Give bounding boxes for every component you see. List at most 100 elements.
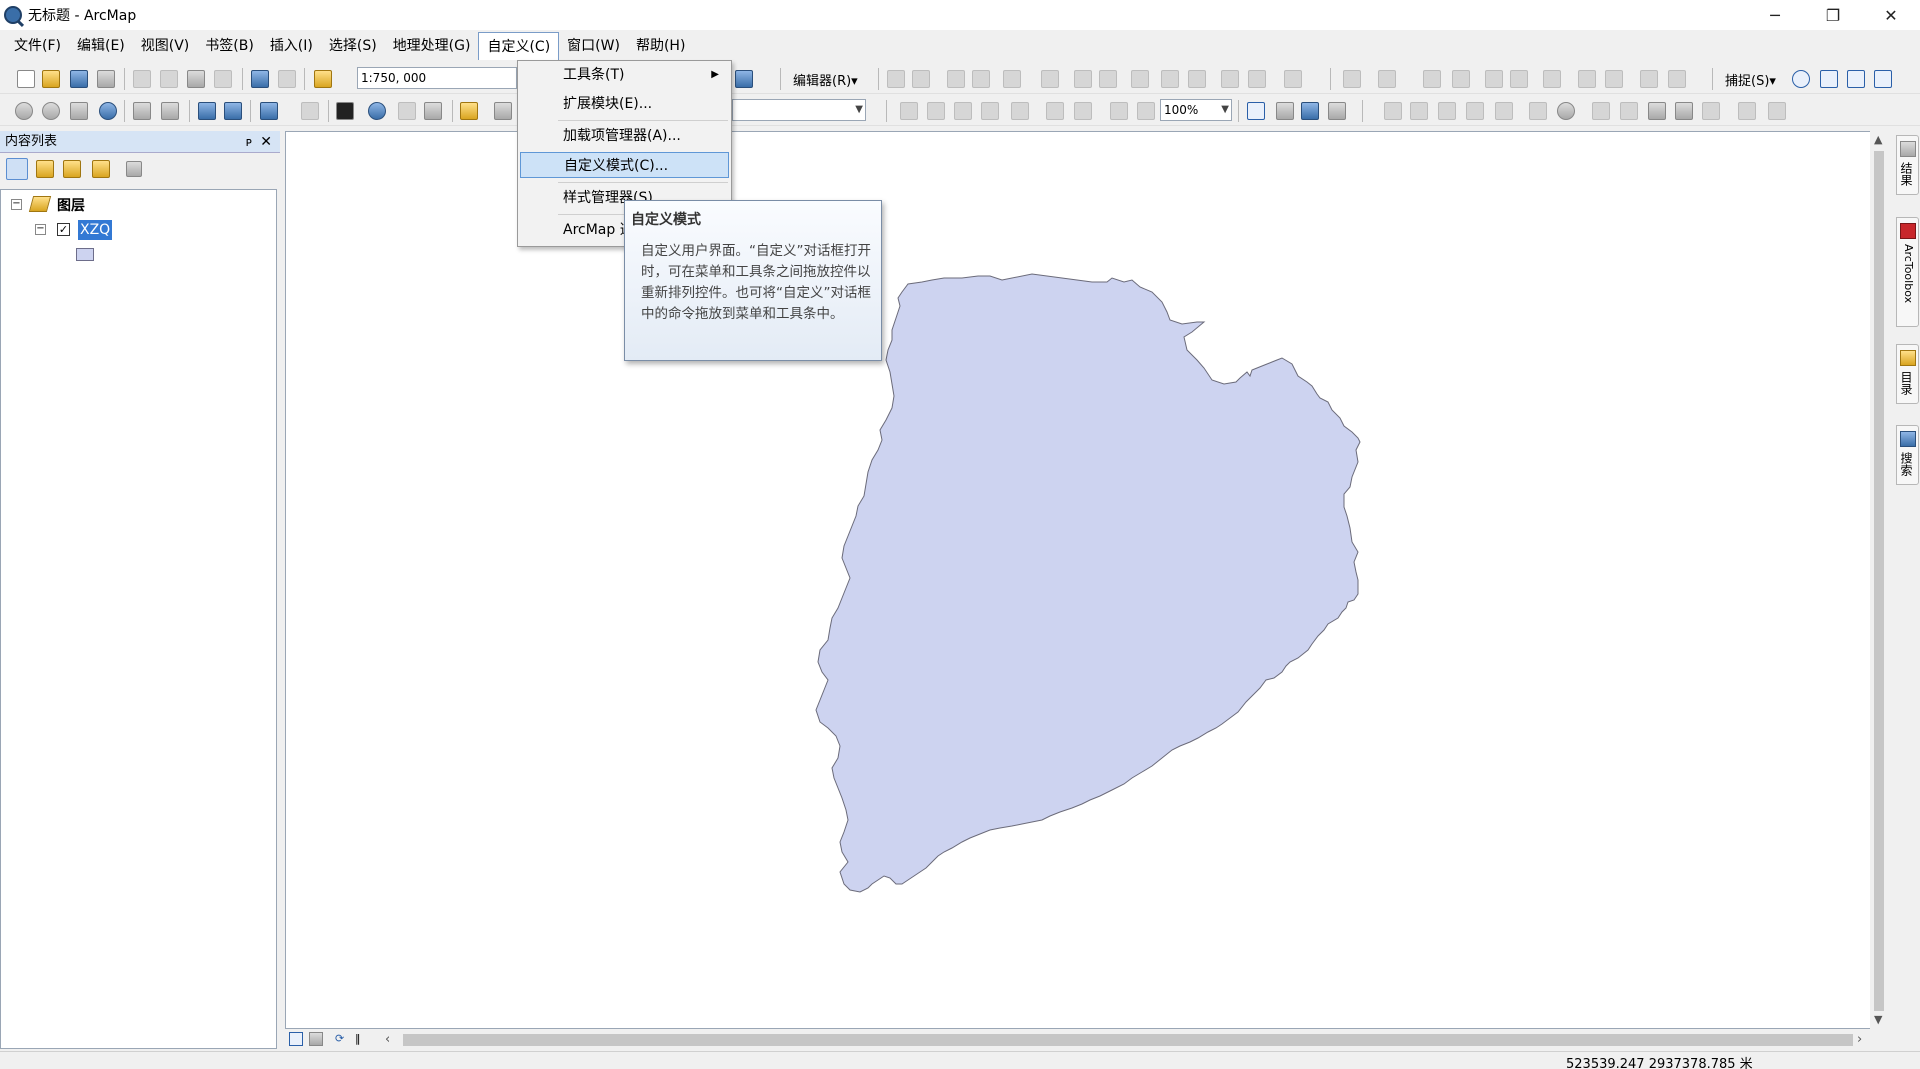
map-scale-combo[interactable]: 1:750, 000 bbox=[357, 67, 517, 89]
search-tab[interactable]: 搜索 bbox=[1896, 425, 1919, 485]
layout-fixed-zoom-in-icon[interactable] bbox=[1046, 102, 1064, 120]
back-extent-icon[interactable] bbox=[198, 102, 216, 120]
list-by-source-icon[interactable] bbox=[36, 160, 54, 178]
catalog-tab[interactable]: 目录 bbox=[1896, 344, 1919, 404]
measure-icon[interactable] bbox=[460, 102, 478, 120]
menu-help[interactable]: 帮助(H) bbox=[628, 32, 693, 60]
map-canvas[interactable] bbox=[286, 132, 1872, 1028]
replication-icon[interactable] bbox=[1668, 70, 1686, 88]
menu-view[interactable]: 视图(V) bbox=[133, 32, 198, 60]
sketch-properties-icon[interactable] bbox=[1248, 70, 1266, 88]
georeference-icon[interactable] bbox=[1378, 70, 1396, 88]
fixed-zoom-in-icon[interactable] bbox=[133, 102, 151, 120]
pause-drawing-icon[interactable]: ‖ bbox=[355, 1032, 369, 1046]
open-folder-icon[interactable] bbox=[42, 70, 60, 88]
effects-icon[interactable] bbox=[1768, 102, 1786, 120]
spatial-adjust-icon[interactable] bbox=[1423, 70, 1441, 88]
scroll-left-icon[interactable]: ‹ bbox=[385, 1032, 390, 1047]
list-by-selection-icon[interactable] bbox=[92, 160, 110, 178]
redo-icon[interactable] bbox=[278, 70, 296, 88]
menu-extensions[interactable]: 扩展模块(E)... bbox=[520, 91, 729, 117]
select-elements-icon[interactable] bbox=[336, 102, 354, 120]
editor-toolbar-icon[interactable] bbox=[735, 70, 753, 88]
save-icon[interactable] bbox=[70, 70, 88, 88]
clear-selection-icon[interactable] bbox=[301, 102, 319, 120]
layout-view-icon[interactable] bbox=[309, 1032, 323, 1046]
vertical-scroll-thumb[interactable] bbox=[1874, 151, 1884, 1011]
zoom-100-icon[interactable] bbox=[1011, 102, 1029, 120]
graph-icon[interactable] bbox=[1592, 102, 1610, 120]
end-snapping-icon[interactable] bbox=[1820, 70, 1838, 88]
menu-edit[interactable]: 编辑(E) bbox=[69, 32, 133, 60]
straight-segment-icon[interactable] bbox=[947, 70, 965, 88]
pin-icon[interactable]: ᴘ bbox=[246, 131, 252, 153]
versioning-icon[interactable] bbox=[1640, 70, 1658, 88]
toggle-draft-mode-icon[interactable] bbox=[1247, 102, 1265, 120]
undo-icon[interactable] bbox=[251, 70, 269, 88]
menu-customize-mode[interactable]: 自定义模式(C)... bbox=[520, 152, 729, 178]
parcel-icon[interactable] bbox=[1578, 70, 1596, 88]
add-data-icon[interactable] bbox=[314, 70, 332, 88]
layout-zoom-out-icon[interactable] bbox=[927, 102, 945, 120]
georef-link-icon[interactable] bbox=[1495, 102, 1513, 120]
georef-scale-icon[interactable] bbox=[1466, 102, 1484, 120]
select-features-icon[interactable] bbox=[260, 102, 278, 120]
close-button[interactable]: ✕ bbox=[1862, 0, 1920, 30]
georef-rotate-icon[interactable] bbox=[1410, 102, 1428, 120]
edge-snapping-icon[interactable] bbox=[1874, 70, 1892, 88]
advanced-edit-icon[interactable] bbox=[1452, 70, 1470, 88]
menu-addin-manager[interactable]: 加载项管理器(A)... bbox=[520, 123, 729, 149]
globe-icon[interactable] bbox=[1557, 102, 1575, 120]
animation-icon[interactable] bbox=[1702, 102, 1720, 120]
fixed-zoom-out-icon[interactable] bbox=[161, 102, 179, 120]
forward-extent-icon[interactable] bbox=[224, 102, 242, 120]
pan-icon[interactable] bbox=[70, 102, 88, 120]
georef-fit-icon[interactable] bbox=[1384, 102, 1402, 120]
list-by-drawing-order-icon[interactable] bbox=[6, 158, 28, 180]
layout-zoom-combo[interactable]: 100% ▼ bbox=[1160, 99, 1232, 121]
layout-forward-icon[interactable] bbox=[1137, 102, 1155, 120]
data-driven-pages-icon[interactable] bbox=[1328, 102, 1346, 120]
menu-insert[interactable]: 插入(I) bbox=[262, 32, 321, 60]
layout-zoom-in-icon[interactable] bbox=[900, 102, 918, 120]
cut-polygons-icon[interactable] bbox=[1131, 70, 1149, 88]
topology-icon[interactable] bbox=[1343, 70, 1361, 88]
point-icon[interactable] bbox=[1041, 70, 1059, 88]
scroll-up-icon[interactable]: ▲ bbox=[1874, 133, 1882, 146]
paste-icon[interactable] bbox=[187, 70, 205, 88]
scroll-right-icon[interactable]: › bbox=[1857, 1032, 1862, 1047]
focus-data-frame-icon[interactable] bbox=[1276, 102, 1294, 120]
edit-annotation-icon[interactable] bbox=[912, 70, 930, 88]
toc-close-button[interactable]: ✕ bbox=[260, 131, 272, 153]
delete-icon[interactable] bbox=[214, 70, 232, 88]
attributes-icon[interactable] bbox=[1221, 70, 1239, 88]
trim-icon[interactable] bbox=[1510, 70, 1528, 88]
menu-bookmarks[interactable]: 书签(B) bbox=[197, 32, 262, 60]
edit-tool-icon[interactable] bbox=[887, 70, 905, 88]
layout-pan-icon[interactable] bbox=[954, 102, 972, 120]
time-slider-icon[interactable] bbox=[1738, 102, 1756, 120]
georef-shift-icon[interactable] bbox=[1438, 102, 1456, 120]
editor-menu[interactable]: 编辑器(R)▾ bbox=[793, 70, 858, 89]
xzq-visibility-checkbox[interactable]: ✓ bbox=[57, 223, 70, 236]
menu-selection[interactable]: 选择(S) bbox=[321, 32, 385, 60]
zoom-out-icon[interactable] bbox=[42, 102, 60, 120]
arctoolbox-tab[interactable]: ArcToolbox bbox=[1896, 217, 1919, 327]
print-icon[interactable] bbox=[97, 70, 115, 88]
xzq-polygon[interactable] bbox=[815, 273, 1361, 893]
collapse-xzq-toggle[interactable]: − bbox=[35, 224, 46, 235]
split-tool-icon[interactable] bbox=[1161, 70, 1179, 88]
toc-options-icon[interactable] bbox=[126, 161, 142, 177]
cogo-icon[interactable] bbox=[1605, 70, 1623, 88]
layout-back-icon[interactable] bbox=[1110, 102, 1128, 120]
minimize-button[interactable]: ─ bbox=[1746, 0, 1804, 30]
menu-file[interactable]: 文件(F) bbox=[6, 32, 69, 60]
data-view-icon[interactable] bbox=[289, 1032, 303, 1046]
map-view[interactable] bbox=[285, 131, 1873, 1029]
xzq-layer-label[interactable]: XZQ bbox=[78, 220, 113, 240]
reshape-icon[interactable] bbox=[1099, 70, 1117, 88]
grid-tool-icon[interactable] bbox=[1648, 102, 1666, 120]
html-popup-icon[interactable] bbox=[424, 102, 442, 120]
layout-fixed-zoom-out-icon[interactable] bbox=[1074, 102, 1092, 120]
full-extent-icon[interactable] bbox=[99, 102, 117, 120]
